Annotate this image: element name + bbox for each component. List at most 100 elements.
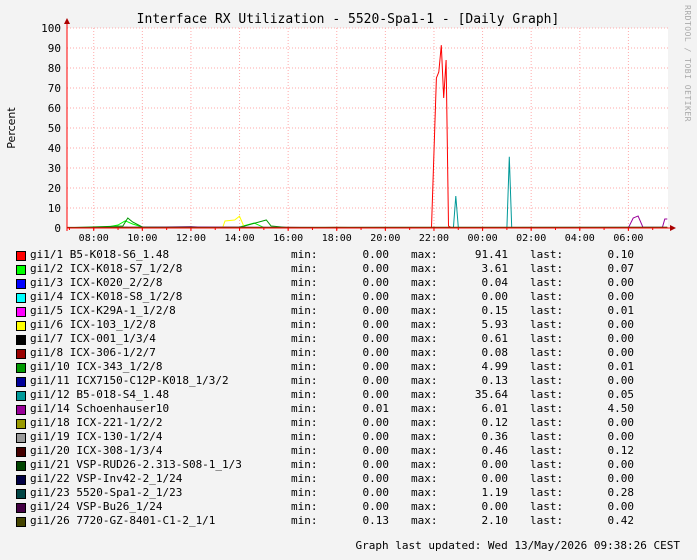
legend-series-name: gi1/12 B5-018-S4_1.48 bbox=[30, 388, 170, 401]
legend-last-label: last: bbox=[530, 472, 564, 485]
legend-last-label: last: bbox=[530, 262, 564, 275]
legend-series-name: gi1/26 7720-GZ-8401-C1-2_1/1 bbox=[30, 514, 216, 527]
legend-last-value: 0.00 bbox=[607, 276, 635, 289]
legend-last-label: last: bbox=[530, 346, 564, 359]
legend-last-value: 0.00 bbox=[607, 430, 635, 443]
legend-min-label: min: bbox=[291, 500, 318, 513]
legend-last-value: 0.07 bbox=[607, 262, 635, 275]
legend-max-label: max: bbox=[411, 332, 438, 345]
legend-swatch bbox=[16, 433, 26, 443]
legend-last-value: 0.00 bbox=[607, 332, 635, 345]
legend-entry: gi1/22 VSP-Inv42-2_1/24 min: 0.00 max: 0.00 l… bbox=[16, 472, 676, 486]
legend-entry: gi1/1 B5-K018-S6_1.48 min: 0.00 max: 91.41 la… bbox=[16, 248, 676, 262]
x-tick-label: 08:00 bbox=[79, 233, 109, 244]
y-tick-label: 60 bbox=[48, 102, 61, 115]
legend-min-label: min: bbox=[291, 472, 318, 485]
legend-max-value: 1.19 bbox=[481, 486, 509, 499]
graph-window: Interface RX Utilization - 5520-Spa1-1 -… bbox=[0, 0, 697, 560]
legend-max-label: max: bbox=[411, 374, 438, 387]
legend-entry: gi1/23 5520-Spa1-2_1/23 min: 0.00 max: 1.19 l… bbox=[16, 486, 676, 500]
legend-entry: gi1/3 ICX-K020_2/2/8 min: 0.00 max: 0.04 last… bbox=[16, 276, 676, 290]
legend-max-label: max: bbox=[411, 444, 438, 457]
x-tick-label: 12:00 bbox=[176, 233, 206, 244]
last-updated-text: Graph last updated: Wed 13/May/2026 09:3… bbox=[355, 539, 680, 552]
legend-max-value: 0.08 bbox=[481, 346, 509, 359]
legend-min-value: 0.00 bbox=[362, 500, 390, 513]
y-tick-label: 30 bbox=[48, 162, 61, 175]
legend-last-value: 0.00 bbox=[607, 416, 635, 429]
legend-min-value: 0.13 bbox=[362, 514, 390, 527]
legend-last-label: last: bbox=[530, 374, 564, 387]
legend-min-label: min: bbox=[291, 416, 318, 429]
y-tick-label: 90 bbox=[48, 42, 61, 55]
legend-entry: gi1/18 ICX-221-1/2/2 min: 0.00 max: 0.12 last… bbox=[16, 416, 676, 430]
legend-last-value: 0.05 bbox=[607, 388, 635, 401]
legend-entry: gi1/11 ICX7150-C12P-K018_1/3/2 min: 0.00 ma… bbox=[16, 374, 676, 388]
legend-swatch bbox=[16, 447, 26, 457]
legend-min-label: min: bbox=[291, 402, 318, 415]
legend-last-value: 0.01 bbox=[607, 304, 635, 317]
legend-min-value: 0.00 bbox=[362, 444, 390, 457]
legend-min-value: 0.00 bbox=[362, 472, 390, 485]
legend-swatch bbox=[16, 517, 26, 527]
legend-last-label: last: bbox=[530, 430, 564, 443]
legend-last-value: 0.00 bbox=[607, 290, 635, 303]
x-tick-label: 04:00 bbox=[565, 233, 595, 244]
legend-last-value: 0.12 bbox=[607, 444, 635, 457]
legend-min-value: 0.00 bbox=[362, 374, 390, 387]
chart-title: Interface RX Utilization - 5520-Spa1-1 -… bbox=[137, 12, 560, 27]
legend-entry: gi1/26 7720-GZ-8401-C1-2_1/1 min: 0.13 max:… bbox=[16, 514, 676, 528]
legend-min-label: min: bbox=[291, 290, 318, 303]
legend-min-value: 0.00 bbox=[362, 486, 390, 499]
legend-series-name: gi1/10 ICX-343_1/2/8 bbox=[30, 360, 163, 373]
legend-min-value: 0.00 bbox=[362, 276, 390, 289]
legend-min-label: min: bbox=[291, 444, 318, 457]
legend-min-label: min: bbox=[291, 248, 318, 261]
legend-max-label: max: bbox=[411, 360, 438, 373]
x-tick-label: 14:00 bbox=[224, 233, 254, 244]
legend-swatch bbox=[16, 293, 26, 303]
legend-last-value: 4.50 bbox=[607, 402, 635, 415]
legend-series-name: gi1/4 ICX-K018-S8_1/2/8 bbox=[30, 290, 183, 303]
legend-max-label: max: bbox=[411, 346, 438, 359]
legend-last-value: 0.42 bbox=[607, 514, 635, 527]
legend-last-value: 0.00 bbox=[607, 374, 635, 387]
legend-swatch bbox=[16, 377, 26, 387]
legend-series-name: gi1/1 B5-K018-S6_1.48 bbox=[30, 248, 170, 261]
legend-series-name: gi1/14 Schoenhauser10 bbox=[30, 402, 170, 415]
legend-swatch bbox=[16, 349, 26, 359]
legend-last-label: last: bbox=[530, 514, 564, 527]
legend-min-label: min: bbox=[291, 332, 318, 345]
y-tick-label: 50 bbox=[48, 122, 61, 135]
y-tick-label: 0 bbox=[54, 222, 61, 235]
legend-max-label: max: bbox=[411, 472, 438, 485]
legend-max-value: 0.36 bbox=[481, 430, 509, 443]
legend-min-value: 0.00 bbox=[362, 416, 390, 429]
legend-entry: gi1/7 ICX-001_1/3/4 min: 0.00 max: 0.61 last:… bbox=[16, 332, 676, 346]
legend-series-name: gi1/7 ICX-001_1/3/4 bbox=[30, 332, 156, 345]
legend-last-label: last: bbox=[530, 318, 564, 331]
legend-min-label: min: bbox=[291, 430, 318, 443]
legend-swatch bbox=[16, 489, 26, 499]
x-tick-label: 06:00 bbox=[613, 233, 643, 244]
legend-max-value: 0.13 bbox=[481, 374, 509, 387]
legend-min-label: min: bbox=[291, 374, 318, 387]
y-tick-label: 10 bbox=[48, 202, 61, 215]
legend-entry: gi1/14 Schoenhauser10 min: 0.01 max: 6.01 las… bbox=[16, 402, 676, 416]
legend-min-value: 0.00 bbox=[362, 332, 390, 345]
legend-last-value: 0.10 bbox=[607, 248, 635, 261]
legend-entry: gi1/4 ICX-K018-S8_1/2/8 min: 0.00 max: 0.00 l… bbox=[16, 290, 676, 304]
legend-last-value: 0.00 bbox=[607, 346, 635, 359]
legend-max-value: 0.00 bbox=[481, 500, 509, 513]
legend-swatch bbox=[16, 335, 26, 345]
legend-max-value: 0.04 bbox=[481, 276, 509, 289]
plot-area: 0 10 20 30 40 50 60 70 80 90 100 08:00 10:00 12:00 14:… bbox=[41, 18, 676, 244]
legend-swatch bbox=[16, 321, 26, 331]
x-tick-label: 02:00 bbox=[516, 233, 546, 244]
legend-max-value: 3.61 bbox=[481, 262, 509, 275]
legend-series-name: gi1/23 5520-Spa1-2_1/23 bbox=[30, 486, 183, 499]
legend-series-name: gi1/18 ICX-221-1/2/2 bbox=[30, 416, 163, 429]
legend-min-value: 0.00 bbox=[362, 248, 390, 261]
legend-last-value: 0.00 bbox=[607, 472, 635, 485]
legend-min-value: 0.00 bbox=[362, 262, 390, 275]
